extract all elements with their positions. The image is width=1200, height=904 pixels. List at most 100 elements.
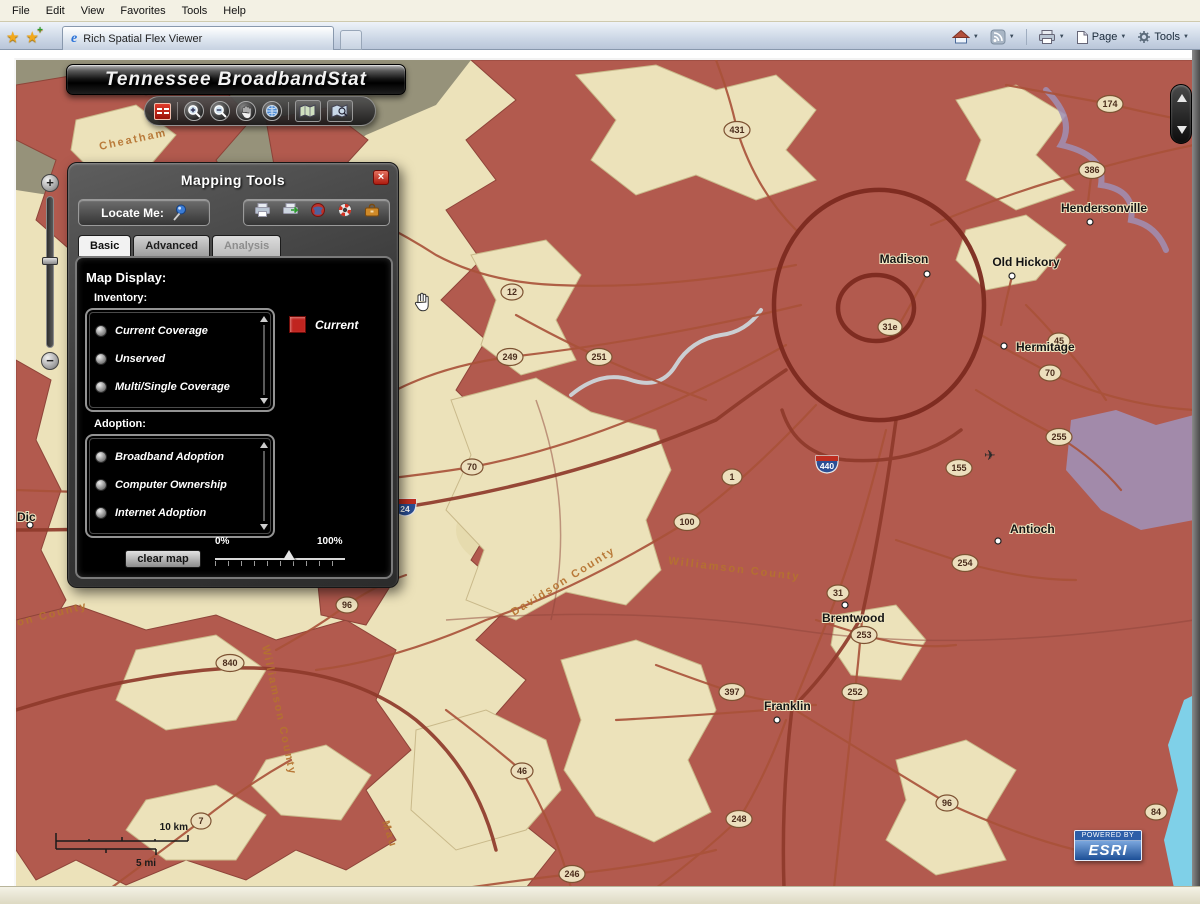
scroll-down-icon[interactable] [260, 524, 268, 530]
tools-button[interactable]: Tools ▼ [1134, 28, 1192, 46]
tab-bar: ★ ★ + e Rich Spatial Flex Viewer ▼ ▼ ▼ P… [0, 22, 1200, 50]
hand-icon [241, 105, 252, 119]
ie-favicon-icon: e [71, 30, 78, 46]
bookmarks-map-button[interactable] [327, 100, 353, 122]
tab-analysis: Analysis [211, 235, 282, 256]
tab-basic[interactable]: Basic [78, 235, 132, 256]
print-tool-button[interactable] [254, 202, 271, 223]
page-button[interactable]: Page ▼ [1073, 28, 1130, 47]
menu-tools[interactable]: Tools [174, 2, 216, 20]
locate-me-button[interactable]: Locate Me: [78, 199, 210, 226]
adoption-option-internet[interactable]: Internet Adoption [95, 504, 206, 522]
printer-icon [254, 203, 270, 217]
menu-favorites[interactable]: Favorites [112, 2, 173, 20]
svg-text:31: 31 [833, 588, 843, 598]
option-label: Unserved [115, 353, 166, 365]
pan-button[interactable] [236, 101, 256, 121]
zoom-slider-minus-button[interactable]: − [41, 352, 59, 370]
highway-shield: 7 [190, 812, 212, 830]
overview-map-button[interactable] [295, 100, 321, 122]
svg-text:251: 251 [591, 352, 606, 362]
inventory-option-current[interactable]: Current Coverage [95, 322, 208, 340]
zoom-slider-track[interactable] [46, 196, 54, 348]
opacity-slider-track[interactable] [215, 558, 345, 560]
inventory-options-box: Current Coverage Unserved Multi/Single C… [85, 308, 275, 412]
radio-icon[interactable] [95, 353, 107, 365]
identify-button[interactable] [262, 101, 282, 121]
interstate-shield: 440 [815, 455, 839, 474]
highway-shield: 248 [725, 809, 753, 829]
new-tab-button[interactable] [340, 30, 362, 50]
feeds-button[interactable]: ▼ [987, 27, 1018, 47]
highway-shield: 96 [935, 794, 959, 812]
svg-text:174: 174 [1102, 99, 1117, 109]
radio-icon[interactable] [95, 451, 107, 463]
plus-icon: + [37, 25, 43, 36]
zoom-slider-thumb[interactable] [42, 257, 58, 265]
menu-bar: File Edit View Favorites Tools Help [0, 0, 1200, 22]
scroll-down-icon[interactable] [260, 398, 268, 404]
menu-edit[interactable]: Edit [38, 2, 73, 20]
highway-shield: 251 [585, 347, 613, 367]
option-label: Internet Adoption [115, 507, 207, 519]
clear-map-button[interactable]: clear map [125, 550, 201, 568]
adoption-option-broadband[interactable]: Broadband Adoption [95, 448, 224, 466]
highway-shield: 70 [460, 458, 484, 476]
scroll-up-icon[interactable] [260, 316, 268, 322]
browser-tab[interactable]: e Rich Spatial Flex Viewer [62, 26, 334, 50]
highway-shield: 249 [496, 347, 524, 367]
help-tool-button[interactable] [337, 202, 353, 223]
close-button[interactable]: × [373, 170, 389, 185]
export-tool-button[interactable] [282, 202, 299, 223]
opacity-slider-thumb[interactable] [283, 550, 295, 560]
tab-advanced[interactable]: Advanced [133, 235, 210, 256]
radio-icon[interactable] [95, 507, 107, 519]
zoom-in-button[interactable] [184, 101, 204, 121]
highway-shield: 840 [215, 653, 245, 673]
radio-icon[interactable] [95, 381, 107, 393]
svg-text:1: 1 [729, 472, 734, 482]
print-button[interactable]: ▼ [1035, 27, 1068, 47]
scroll-up-button[interactable] [1177, 94, 1187, 102]
svg-text:397: 397 [724, 687, 739, 697]
menu-file[interactable]: File [4, 2, 38, 20]
highway-shield: 174 [1096, 94, 1124, 114]
app-banner: Tennessee BroadbandStat [66, 64, 406, 95]
radio-icon[interactable] [95, 325, 107, 337]
globe-tool-button[interactable] [310, 202, 326, 223]
menu-view[interactable]: View [73, 2, 113, 20]
home-caret-icon[interactable]: ▼ [973, 34, 979, 40]
map-stage: Davidson County Williamson County Willia… [14, 58, 1192, 886]
zoom-slider: + − [40, 174, 60, 370]
locate-me-label: Locate Me: [101, 205, 164, 220]
scale-km-label: 10 km [160, 822, 188, 833]
zoom-out-icon [213, 104, 227, 118]
toolbox-tool-button[interactable] [364, 202, 380, 223]
svg-text:Hendersonville: Hendersonville [1061, 201, 1147, 215]
inventory-option-multi[interactable]: Multi/Single Coverage [95, 378, 230, 396]
radio-icon[interactable] [95, 479, 107, 491]
legend-label: Current [315, 317, 359, 332]
legend-button[interactable] [154, 102, 171, 120]
print-caret-icon[interactable]: ▼ [1059, 34, 1065, 40]
menu-help[interactable]: Help [215, 2, 254, 20]
svg-text:70: 70 [1045, 368, 1055, 378]
favorites-star-icon[interactable]: ★ [6, 28, 19, 46]
add-favorite-icon[interactable]: ★ + [25, 25, 42, 46]
zoom-slider-plus-button[interactable]: + [41, 174, 59, 192]
svg-text:252: 252 [847, 687, 862, 697]
zoom-out-button[interactable] [210, 101, 230, 121]
highway-shield: 70 [1038, 364, 1062, 382]
highway-shield: 253 [850, 625, 878, 645]
home-button[interactable]: ▼ [949, 27, 982, 47]
tools-label: Tools [1154, 31, 1181, 43]
svg-text:254: 254 [957, 558, 972, 568]
feeds-caret-icon[interactable]: ▼ [1009, 34, 1015, 40]
scroll-up-icon[interactable] [260, 442, 268, 448]
svg-text:840: 840 [222, 658, 237, 668]
highway-shield: 46 [510, 762, 534, 780]
highway-shield: 431 [723, 120, 751, 140]
scroll-down-button[interactable] [1177, 126, 1187, 134]
inventory-option-unserved[interactable]: Unserved [95, 350, 165, 368]
adoption-option-computer[interactable]: Computer Ownership [95, 476, 227, 494]
